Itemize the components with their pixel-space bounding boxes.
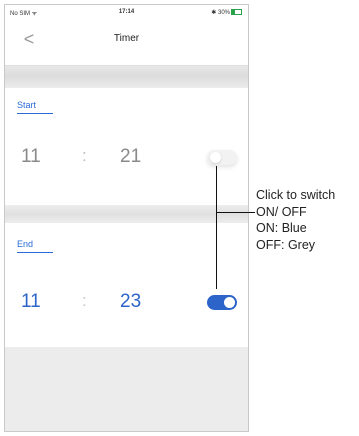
annotation-line: ON: Blue <box>256 221 307 235</box>
callout-annotation: Click to switch ON/ OFF ON: Blue OFF: Grey <box>256 187 335 253</box>
battery-icon <box>231 9 242 16</box>
nav-bar: < Timer <box>5 19 248 66</box>
end-label: End <box>17 239 53 253</box>
start-section: Start 11 : 21 <box>5 88 248 205</box>
start-minute[interactable]: 21 <box>120 146 141 168</box>
start-time-separator: : <box>82 146 87 165</box>
end-toggle[interactable] <box>207 295 237 310</box>
end-time-separator: : <box>82 291 87 310</box>
annotation-line: Click to switch <box>256 188 336 202</box>
start-hour[interactable]: 11 <box>21 146 41 168</box>
callout-line-horizontal <box>216 212 255 213</box>
status-bar: No SIM ᯤ 17:14 ✱ 30% <box>5 5 248 19</box>
section-divider <box>5 66 248 88</box>
end-minute[interactable]: 23 <box>120 291 141 313</box>
end-hour[interactable]: 11 <box>21 291 41 313</box>
annotation-line: OFF: Grey <box>256 237 316 252</box>
phone-screen: No SIM ᯤ 17:14 ✱ 30% < Timer Start 11 : … <box>4 4 249 432</box>
empty-area <box>5 347 248 431</box>
end-section: End 11 : 23 <box>5 223 248 347</box>
start-label: Start <box>17 100 53 114</box>
start-toggle[interactable] <box>207 150 237 165</box>
callout-line-vertical <box>216 166 217 289</box>
toggle-knob <box>210 152 221 163</box>
battery-text: ✱ 30% <box>211 10 230 16</box>
section-divider <box>5 205 248 223</box>
toggle-knob <box>224 297 235 308</box>
battery-indicator: ✱ 30% <box>211 9 242 16</box>
annotation-line: ON/ OFF <box>256 204 307 219</box>
page-title: Timer <box>113 33 140 44</box>
